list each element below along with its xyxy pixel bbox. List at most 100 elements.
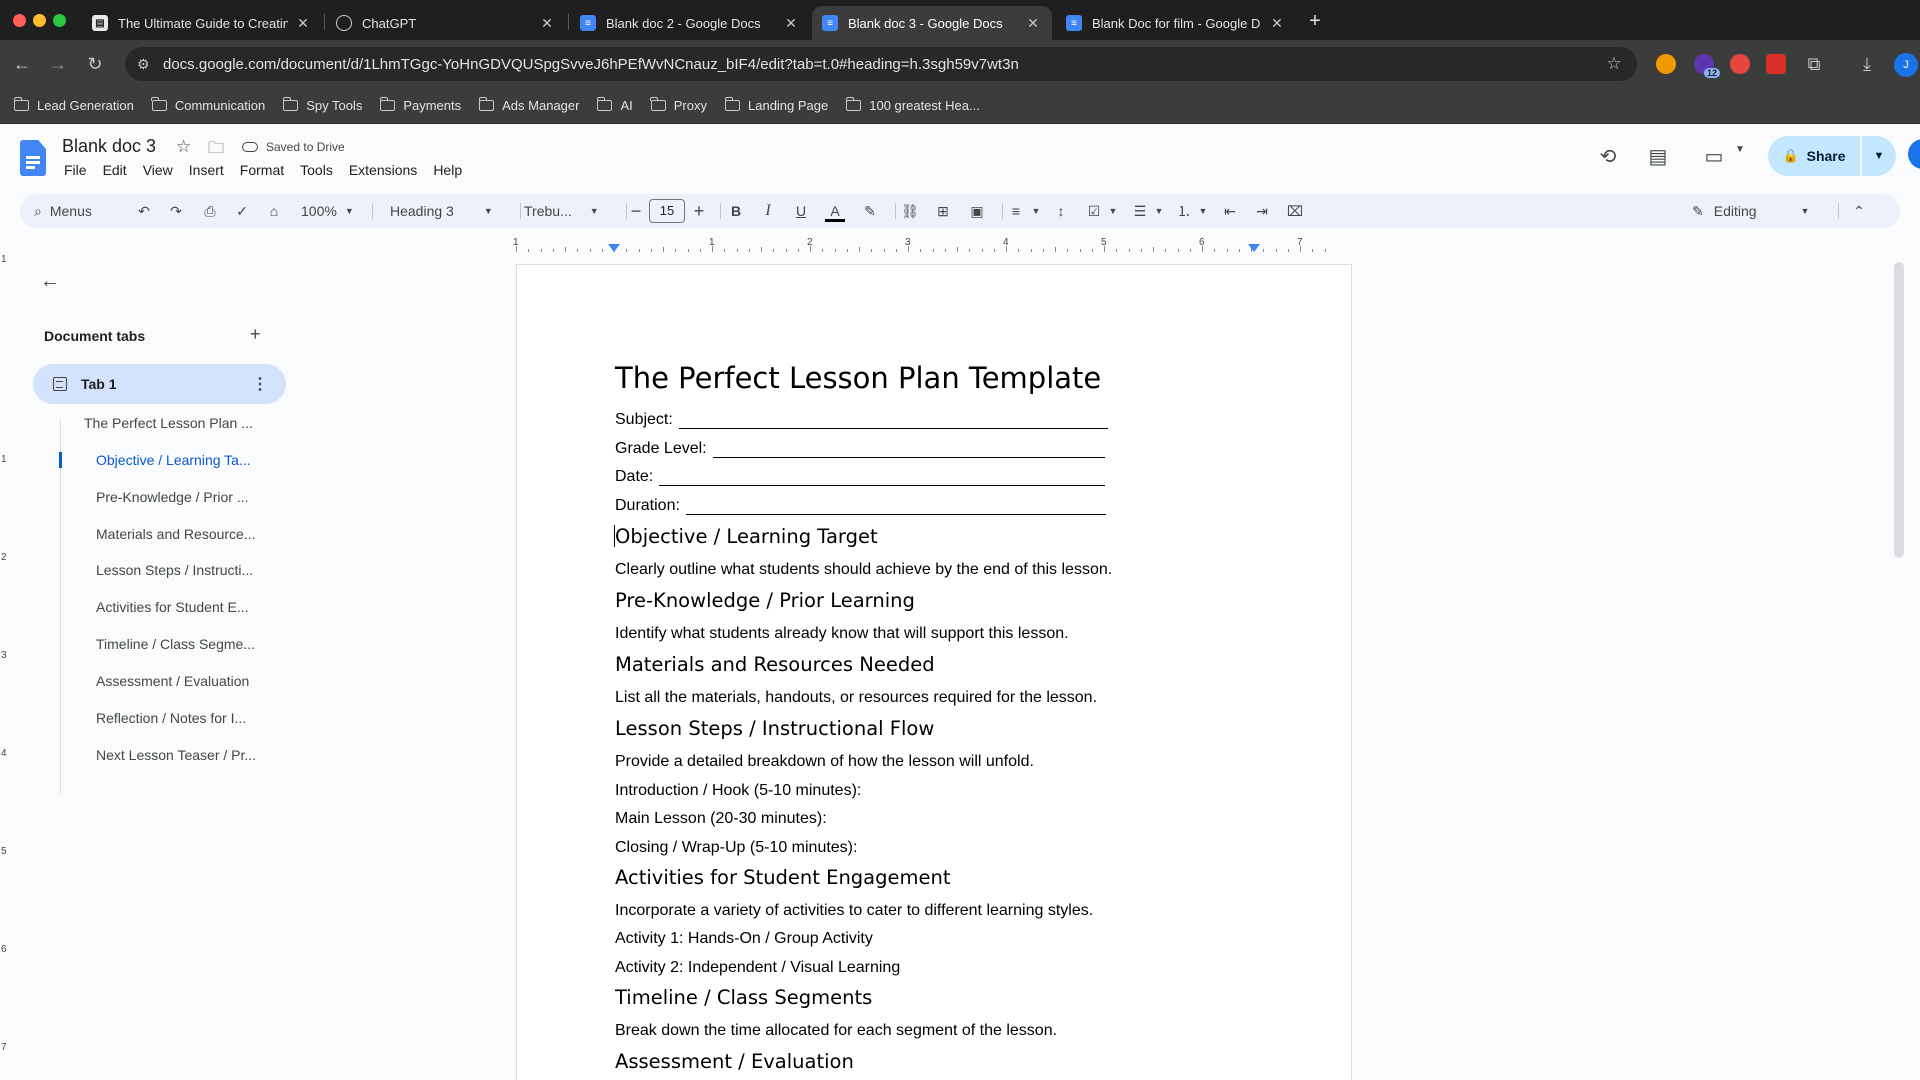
menu-tools[interactable]: Tools	[300, 162, 333, 178]
window-zoom-button[interactable]	[53, 14, 66, 27]
italic-icon[interactable]: I	[758, 202, 778, 220]
print-icon[interactable]: ⎙	[200, 202, 220, 220]
outline-item[interactable]: Lesson Steps / Instructi...	[96, 562, 253, 578]
paragraph[interactable]: Introduction / Hook (5-10 minutes):	[615, 782, 861, 800]
meet-video-icon[interactable]: ▭	[1700, 144, 1728, 169]
forward-icon[interactable]: →	[46, 52, 70, 76]
right-indent-marker[interactable]	[1248, 244, 1260, 252]
browser-tab-blank-doc-film[interactable]: ≡ Blank Doc for film - Google D ✕	[1056, 6, 1296, 40]
font-family-select[interactable]: Trebu... ▼	[524, 194, 599, 228]
section-heading[interactable]: Activities for Student Engagement	[615, 866, 951, 889]
menu-insert[interactable]: Insert	[189, 162, 224, 178]
reload-icon[interactable]: ↻	[83, 52, 107, 76]
close-tab-icon[interactable]: ✕	[1024, 15, 1042, 32]
bookmark-star-icon[interactable]: ☆	[1601, 54, 1627, 74]
paragraph[interactable]: Break down the time allocated for each s…	[615, 1022, 1057, 1040]
document-page[interactable]: The Perfect Lesson Plan Template Subject…	[516, 264, 1352, 1080]
chevron-down-icon[interactable]: ▼	[1026, 202, 1046, 220]
address-bar[interactable]: ⚙ docs.google.com/document/d/1LhmTGgc-Yo…	[125, 47, 1637, 81]
horizontal-ruler[interactable]: 1 1 2 3 4 5 6 7	[513, 236, 1352, 254]
tab-1[interactable]: Tab 1 ⋮	[33, 364, 286, 404]
chevron-down-icon[interactable]: ▼	[1193, 202, 1213, 220]
vertical-scrollbar[interactable]	[1894, 262, 1904, 558]
outline-item[interactable]: Materials and Resource...	[96, 526, 256, 542]
paragraph[interactable]: Identify what students already know that…	[615, 625, 1069, 643]
close-tab-icon[interactable]: ✕	[782, 15, 800, 32]
hide-menus-chevron-up-icon[interactable]: ⌃	[1849, 202, 1869, 220]
browser-tab-chatgpt[interactable]: ChatGPT ✕	[326, 6, 566, 40]
paragraph[interactable]: Activity 2: Independent / Visual Learnin…	[615, 959, 900, 977]
bookmark-folder[interactable]: Landing Page	[724, 97, 828, 113]
bookmark-folder[interactable]: 100 greatest Hea...	[845, 97, 980, 113]
paragraph[interactable]: Closing / Wrap-Up (5-10 minutes):	[615, 839, 857, 857]
menu-help[interactable]: Help	[433, 162, 462, 178]
decrease-indent-icon[interactable]: ⇤	[1220, 202, 1240, 220]
close-tab-icon[interactable]: ✕	[538, 15, 556, 32]
share-button[interactable]: 🔒 Share	[1768, 136, 1860, 176]
meet-dropdown-icon[interactable]: ▼	[1726, 144, 1754, 155]
menu-file[interactable]: File	[64, 162, 87, 178]
extension-orange-icon[interactable]	[1656, 54, 1676, 74]
menu-edit[interactable]: Edit	[103, 162, 127, 178]
move-folder-icon[interactable]: 🗀	[208, 137, 224, 164]
checklist-icon[interactable]: ☑	[1084, 202, 1104, 220]
font-size-input[interactable]: 15	[649, 199, 685, 223]
underline-icon[interactable]: U	[791, 202, 811, 220]
bookmark-folder[interactable]: AI	[596, 97, 633, 113]
close-tab-icon[interactable]: ✕	[294, 15, 312, 32]
paragraph-style-select[interactable]: Heading 3 ▼	[390, 194, 493, 228]
paragraph[interactable]: Incorporate a variety of activities to c…	[615, 902, 1093, 920]
increase-font-size-icon[interactable]: +	[689, 202, 709, 220]
section-heading[interactable]: Materials and Resources Needed	[615, 653, 935, 676]
extensions-puzzle-icon[interactable]: ⧉	[1802, 52, 1826, 76]
menu-extensions[interactable]: Extensions	[349, 162, 417, 178]
paragraph[interactable]: List all the materials, handouts, or res…	[615, 689, 1097, 707]
search-menus-button[interactable]: ⌕ Menus	[34, 194, 92, 228]
download-icon[interactable]: ⤓	[1855, 52, 1879, 76]
back-arrow-icon[interactable]: ←	[40, 270, 60, 293]
bookmark-folder[interactable]: Communication	[151, 97, 265, 113]
outline-item[interactable]: Activities for Student E...	[96, 599, 249, 615]
extension-adblock-icon[interactable]	[1766, 54, 1786, 74]
outline-item[interactable]: Timeline / Class Segme...	[96, 636, 255, 652]
duration-field[interactable]: Duration:	[615, 497, 1106, 515]
spellcheck-icon[interactable]: ✓	[232, 202, 252, 220]
numbered-list-icon[interactable]: ⒈	[1174, 202, 1194, 220]
more-options-icon[interactable]: ⋮	[252, 374, 268, 394]
close-tab-icon[interactable]: ✕	[1268, 15, 1286, 32]
extension-purple-icon[interactable]: 12	[1694, 54, 1720, 78]
outline-item[interactable]: Assessment / Evaluation	[96, 673, 249, 689]
paragraph[interactable]: Main Lesson (20-30 minutes):	[615, 810, 827, 828]
document-title[interactable]: Blank doc 3	[62, 136, 156, 157]
bookmark-folder[interactable]: Proxy	[650, 97, 707, 113]
subject-field[interactable]: Subject:	[615, 411, 1108, 429]
zoom-select[interactable]: 100% ▼	[301, 194, 354, 228]
star-icon[interactable]: ☆	[176, 137, 191, 157]
new-tab-icon[interactable]: +	[1303, 10, 1327, 34]
grade-level-field[interactable]: Grade Level:	[615, 440, 1105, 458]
add-comment-icon[interactable]: ⊞	[933, 202, 953, 220]
decrease-font-size-icon[interactable]: −	[626, 202, 646, 220]
outline-item[interactable]: Reflection / Notes for I...	[96, 710, 246, 726]
bookmark-folder[interactable]: Payments	[379, 97, 461, 113]
back-icon[interactable]: ←	[10, 52, 34, 76]
bookmark-folder[interactable]: Lead Generation	[13, 97, 134, 113]
outline-item[interactable]: Pre-Knowledge / Prior ...	[96, 489, 249, 505]
clear-formatting-icon[interactable]: ⌧	[1285, 202, 1305, 220]
browser-tab-blank-doc-2[interactable]: ≡ Blank doc 2 - Google Docs ✕	[570, 6, 810, 40]
browser-profile-avatar[interactable]: J	[1894, 53, 1918, 77]
increase-indent-icon[interactable]: ⇥	[1252, 202, 1272, 220]
undo-icon[interactable]: ↶	[134, 202, 154, 220]
window-minimize-button[interactable]	[33, 14, 46, 27]
section-heading[interactable]: Lesson Steps / Instructional Flow	[615, 717, 934, 740]
section-heading[interactable]: Timeline / Class Segments	[615, 986, 872, 1009]
text-color-icon[interactable]: A	[825, 202, 845, 222]
window-close-button[interactable]	[13, 14, 26, 27]
outline-item[interactable]: Objective / Learning Ta...	[96, 452, 251, 468]
paragraph[interactable]: Activity 1: Hands-On / Group Activity	[615, 930, 873, 948]
menu-view[interactable]: View	[143, 162, 173, 178]
redo-icon[interactable]: ↷	[166, 202, 186, 220]
section-heading[interactable]: Objective / Learning Target	[615, 525, 878, 548]
paint-format-icon[interactable]: ⌂	[264, 202, 284, 220]
browser-tab-blank-doc-3[interactable]: ≡ Blank doc 3 - Google Docs ✕	[812, 6, 1052, 40]
